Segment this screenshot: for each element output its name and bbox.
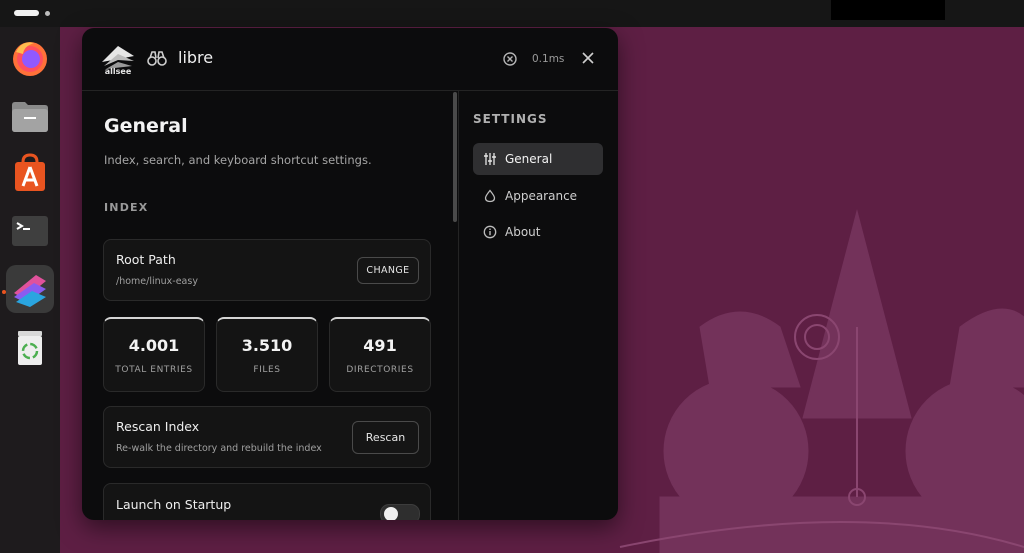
sidebar-item-label: About — [505, 225, 541, 239]
droplet-icon — [483, 189, 497, 203]
rescan-description: Re-walk the directory and rebuild the in… — [116, 443, 322, 454]
sidebar-divider — [458, 91, 459, 520]
settings-content: General Index, search, and keyboard shor… — [82, 91, 454, 520]
section-label-index: INDEX — [104, 201, 149, 214]
top-bar — [0, 0, 1024, 27]
rescan-title: Rescan Index — [116, 419, 200, 434]
stat-label: TOTAL ENTRIES — [115, 365, 193, 375]
allsee-window: allsee libre 0.1ms General Index, search… — [82, 28, 618, 520]
stat-value: 491 — [363, 336, 397, 355]
stat-label: DIRECTORIES — [346, 365, 414, 375]
toggle-knob — [384, 507, 398, 520]
stat-card-directories: 491 DIRECTORIES — [329, 317, 431, 392]
trash-icon[interactable] — [6, 323, 54, 371]
info-icon — [483, 225, 497, 239]
sidebar-item-general[interactable]: General — [473, 143, 603, 175]
stat-card-total: 4.001 TOTAL ENTRIES — [103, 317, 205, 392]
binoculars-icon — [147, 51, 167, 66]
root-path-value: /home/linux-easy — [116, 276, 198, 287]
root-path-card: Root Path /home/linux-easy CHANGE — [103, 239, 431, 301]
workspace-indicator[interactable] — [14, 10, 39, 16]
startup-card: Launch on Startup — [103, 483, 431, 520]
sliders-icon — [483, 152, 497, 166]
app-center-icon[interactable] — [6, 149, 54, 197]
startup-title: Launch on Startup — [116, 497, 232, 512]
page-title: General — [104, 115, 188, 137]
rescan-card: Rescan Index Re-walk the directory and r… — [103, 406, 431, 468]
top-bar-block — [831, 0, 945, 20]
content-scrollbar[interactable] — [453, 92, 457, 222]
app-header: allsee libre 0.1ms — [82, 28, 618, 91]
active-app-indicator — [2, 290, 6, 294]
root-path-title: Root Path — [116, 252, 176, 267]
sidebar-item-about[interactable]: About — [473, 216, 603, 248]
files-icon[interactable] — [6, 92, 54, 140]
page-subtitle: Index, search, and keyboard shortcut set… — [104, 153, 372, 167]
sidebar-item-label: General — [505, 152, 553, 166]
startup-toggle[interactable] — [380, 504, 420, 520]
stat-value: 4.001 — [128, 336, 180, 355]
brand-wordmark: allsee — [104, 67, 132, 76]
clear-circle-icon[interactable] — [502, 51, 518, 67]
terminal-icon[interactable] — [6, 207, 54, 255]
close-icon[interactable] — [580, 50, 596, 66]
search-timing: 0.1ms — [532, 53, 565, 65]
workspace-dot[interactable] — [45, 11, 50, 16]
sidebar-item-label: Appearance — [505, 189, 578, 203]
change-button[interactable]: CHANGE — [357, 257, 419, 284]
sidebar-heading: SETTINGS — [473, 112, 548, 126]
stat-card-files: 3.510 FILES — [216, 317, 318, 392]
sidebar-item-appearance[interactable]: Appearance — [473, 180, 603, 212]
app-title: libre — [178, 48, 214, 67]
rescan-button[interactable]: Rescan — [352, 421, 419, 454]
stat-value: 3.510 — [241, 336, 293, 355]
stat-label: FILES — [253, 365, 281, 375]
allsee-icon[interactable] — [6, 265, 54, 313]
firefox-icon[interactable] — [6, 34, 54, 82]
dock — [0, 27, 60, 553]
